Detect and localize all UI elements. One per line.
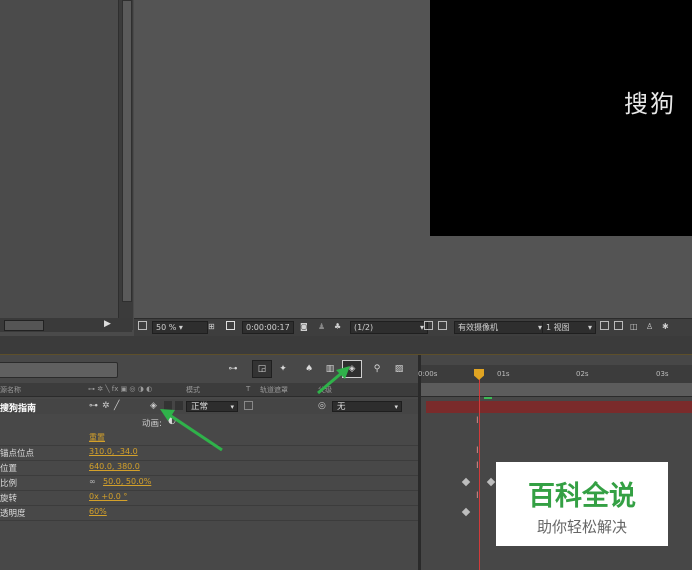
- safe-zones-icon[interactable]: [226, 321, 235, 330]
- header-switches: ⊶ ✲ ╲ fx ▣ ◎ ◑ ◐: [88, 385, 153, 393]
- scale-value[interactable]: 50.0, 50.0%: [103, 477, 151, 486]
- view-layout-dropdown[interactable]: 1 视图 ▾: [542, 321, 596, 334]
- animate-label[interactable]: 动画:: [142, 417, 162, 429]
- exposure-icon[interactable]: ✱: [662, 321, 669, 332]
- viewer-toolbar: 50 % ▾ ⊞ 0:00:00:17 ◙ ♟ ♣ (1/2) ▾ 有效摄像机 ▾ …: [134, 318, 692, 336]
- motion-blur-button[interactable]: ◈: [342, 360, 362, 378]
- header-track-matte: 轨道遮罩: [260, 386, 288, 394]
- scrollbar-thumb[interactable]: [4, 320, 44, 331]
- property-label: 比例: [0, 479, 18, 489]
- timeline-column-headers: 源名称 ⊶ ✲ ╲ fx ▣ ◎ ◑ ◐ 模式 T 轨道遮罩 父级: [0, 383, 418, 397]
- resolution-value: (1/2): [354, 323, 374, 332]
- property-row-position: 位置 640.0, 380.0: [0, 460, 418, 476]
- brainstorm-icon[interactable]: ▨: [390, 360, 408, 378]
- timeline-search-input[interactable]: [0, 362, 118, 378]
- 3d-layer-switch[interactable]: [175, 401, 183, 410]
- property-row-opacity: 透明度 60%: [0, 505, 418, 521]
- canvas-text-layer: 搜狗: [624, 90, 676, 118]
- blend-mode-value: 正常: [191, 402, 209, 412]
- property-row-scale: 比例 ∞ 50.0, 50.0%: [0, 475, 418, 491]
- zoom-value: 50 %: [156, 323, 177, 332]
- property-row-rotation: 旋转 0x +0.0 °: [0, 490, 418, 506]
- property-label: 旋转: [0, 494, 18, 504]
- ruler-tick-label: 02s: [576, 370, 589, 378]
- ruler-tick-label: 01s: [497, 370, 510, 378]
- watermark-title: 百科全说: [528, 481, 636, 512]
- timeline-icon[interactable]: ◫: [630, 321, 638, 332]
- render-range-marker: [484, 397, 492, 399]
- current-time-display[interactable]: 0:00:00:17: [242, 321, 294, 334]
- flowchart-icon[interactable]: ♙: [646, 321, 653, 332]
- layer-name[interactable]: 搜狗指南: [0, 401, 36, 414]
- adjustment-switch[interactable]: [164, 401, 172, 410]
- property-label: 透明度: [0, 509, 26, 519]
- ruler-tick-label: 03s: [656, 370, 669, 378]
- live-update-icon[interactable]: ◲: [252, 360, 272, 378]
- constrain-proportions-icon[interactable]: ∞: [89, 477, 96, 486]
- rotation-value[interactable]: 0x +0.0 °: [89, 492, 127, 501]
- transparency-grid-icon[interactable]: [438, 321, 447, 330]
- always-preview-icon[interactable]: [138, 321, 147, 330]
- layer-duration-bar[interactable]: [426, 401, 692, 413]
- resolution-dropdown[interactable]: (1/2) ▾: [350, 321, 428, 334]
- ruler-tick-label: 0:00s: [418, 370, 438, 378]
- zoom-dropdown[interactable]: 50 % ▾: [152, 321, 208, 334]
- frame-blending-icon[interactable]: ▥: [321, 360, 339, 378]
- anchor-point-value[interactable]: 310.0, -34.0: [89, 447, 138, 456]
- quality-switch-icon[interactable]: ╱: [114, 401, 119, 411]
- parent-pickwhip-icon[interactable]: ◎: [318, 401, 326, 411]
- toggle-pixel-aspect-icon[interactable]: [600, 321, 609, 330]
- property-label: 锚点位点: [0, 449, 35, 459]
- camera-value: 有效摄像机: [458, 323, 498, 332]
- scroll-right-icon[interactable]: ▶: [104, 319, 111, 329]
- fast-previews-icon[interactable]: [614, 321, 623, 330]
- grid-icon[interactable]: ⊞: [208, 321, 215, 332]
- region-of-interest-icon[interactable]: [424, 321, 433, 330]
- draft-3d-icon[interactable]: ✦: [274, 360, 292, 378]
- header-source-name: 源名称: [0, 386, 21, 394]
- time-ruler[interactable]: [421, 365, 692, 384]
- composition-mini-flowchart-icon[interactable]: ⊶: [222, 360, 244, 378]
- watermark-subtitle: 助你轻松解决: [536, 518, 627, 536]
- show-snapshot-icon[interactable]: ♟: [318, 321, 325, 332]
- header-t: T: [246, 385, 251, 393]
- header-mode: 模式: [186, 386, 200, 394]
- motion-blur-switch-icon[interactable]: ◈: [150, 401, 157, 411]
- property-label: 位置: [0, 464, 18, 474]
- animate-menu-icon[interactable]: ◐: [168, 416, 176, 426]
- panel-separator: [0, 336, 692, 355]
- blend-mode-dropdown[interactable]: 正常 ▾: [186, 401, 238, 412]
- work-area-bar[interactable]: [421, 383, 692, 397]
- reset-link[interactable]: 重置: [89, 432, 105, 443]
- parent-value: 无: [337, 402, 346, 412]
- project-panel: [0, 0, 118, 330]
- project-horizontal-scrollbar[interactable]: ▶: [0, 318, 132, 332]
- collapse-switch-icon[interactable]: ✲: [102, 401, 110, 411]
- opacity-value[interactable]: 60%: [89, 507, 107, 516]
- snapshot-icon[interactable]: ◙: [300, 321, 308, 332]
- channel-icon[interactable]: ♣: [334, 321, 341, 332]
- graph-editor-icon[interactable]: ⚲: [368, 360, 386, 378]
- position-value[interactable]: 640.0, 380.0: [89, 462, 140, 471]
- preserve-transparency-checkbox[interactable]: [244, 401, 253, 410]
- shy-switch-icon[interactable]: ⊶: [89, 401, 98, 411]
- playhead-line[interactable]: [479, 371, 480, 570]
- property-row-anchor: 锚点位点 310.0, -34.0: [0, 445, 418, 461]
- scrollbar-thumb[interactable]: [122, 0, 132, 302]
- project-vertical-scrollbar[interactable]: [118, 0, 133, 330]
- parent-dropdown[interactable]: 无 ▾: [332, 401, 402, 412]
- header-parent: 父级: [318, 386, 332, 394]
- camera-dropdown[interactable]: 有效摄像机 ▾: [454, 321, 546, 334]
- hide-shy-layers-icon[interactable]: ♠: [300, 360, 318, 378]
- view-layout-value: 1 视图: [546, 323, 570, 332]
- property-row-reset: 重置: [0, 430, 418, 446]
